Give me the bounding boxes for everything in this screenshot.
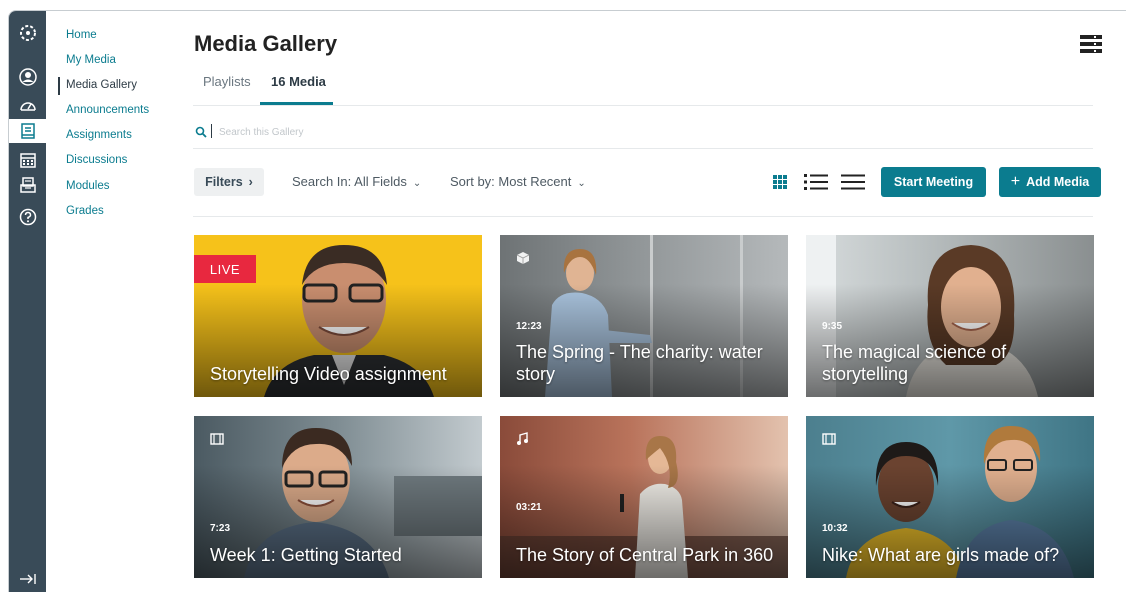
cube-icon xyxy=(516,252,530,264)
media-card[interactable]: 12:23 The Spring - The charity: water st… xyxy=(500,235,788,397)
search-in-dropdown[interactable]: Search In: All Fields ⌄ xyxy=(292,174,421,189)
logo-icon[interactable] xyxy=(9,21,46,45)
gallery-toolbar: Filters › Search In: All Fields ⌄ Sort by… xyxy=(193,167,1101,217)
detailed-list-view-icon[interactable] xyxy=(803,171,829,193)
search-icon xyxy=(195,126,207,138)
chevron-down-icon: ⌄ xyxy=(577,178,586,189)
plus-icon: + xyxy=(1010,173,1021,190)
card-title: The Story of Central Park in 360 xyxy=(516,545,774,565)
help-icon[interactable] xyxy=(9,205,46,229)
course-nav-announcements[interactable]: Announcements xyxy=(66,104,149,116)
duration-label: 7:23 xyxy=(210,523,231,534)
tab-playlists[interactable]: Playlists xyxy=(203,74,251,97)
film-icon xyxy=(210,433,224,445)
grid-view-icon[interactable] xyxy=(767,171,793,193)
course-nav-grades[interactable]: Grades xyxy=(66,205,104,217)
film-icon xyxy=(822,433,836,445)
card-title: Nike: What are girls made of? xyxy=(822,545,1060,565)
search-input[interactable] xyxy=(219,123,619,141)
compact-list-view-icon[interactable] xyxy=(840,171,866,193)
chevron-down-icon: ⌄ xyxy=(412,178,422,189)
calendar-icon[interactable] xyxy=(9,148,46,172)
page-title: Media Gallery xyxy=(194,31,338,56)
active-tab-underline xyxy=(260,102,333,105)
media-card[interactable]: 10:32 Nike: What are girls made of? xyxy=(806,416,1094,578)
main-content: Media Gallery Playlists 16 Media Filters… xyxy=(193,11,1102,592)
collapse-arrow-icon[interactable] xyxy=(9,569,46,589)
course-nav-modules[interactable]: Modules xyxy=(66,180,109,192)
gallery-tabs: Playlists 16 Media xyxy=(193,74,1093,106)
filters-button[interactable]: Filters › xyxy=(194,168,264,196)
live-badge: LIVE xyxy=(194,255,256,283)
course-nav: Home My Media Media Gallery Announcement… xyxy=(46,11,176,592)
duration-label: 9:35 xyxy=(822,321,843,332)
card-title: The Spring - The charity: water story xyxy=(516,342,763,384)
media-card[interactable]: 03:21 The Story of Central Park in 360 xyxy=(500,416,788,578)
courses-icon[interactable] xyxy=(9,119,46,143)
course-nav-assignments[interactable]: Assignments xyxy=(66,129,132,141)
filters-label: Filters xyxy=(205,175,243,189)
global-nav xyxy=(9,11,46,592)
media-card[interactable]: LIVE Storytelling Video assignment xyxy=(194,235,482,397)
sort-label: Sort by: Most Recent xyxy=(450,174,572,189)
inbox-icon[interactable] xyxy=(9,173,46,197)
sort-dropdown[interactable]: Sort by: Most Recent ⌄ xyxy=(450,174,586,189)
add-media-button[interactable]: + Add Media xyxy=(999,167,1101,197)
course-nav-discussions[interactable]: Discussions xyxy=(66,154,127,166)
tab-media[interactable]: 16 Media xyxy=(271,74,326,97)
duration-label: 03:21 xyxy=(516,502,542,513)
start-meeting-label: Start Meeting xyxy=(893,175,974,189)
account-icon[interactable] xyxy=(9,65,46,89)
active-indicator xyxy=(58,77,60,95)
app-window: Home My Media Media Gallery Announcement… xyxy=(8,10,1126,592)
card-title: Week 1: Getting Started xyxy=(210,545,402,565)
search-in-label: Search In: All Fields xyxy=(292,174,407,189)
music-icon xyxy=(517,432,528,445)
media-card[interactable]: 9:35 The magical science of storytelling xyxy=(806,235,1094,397)
media-card[interactable]: 7:23 Week 1: Getting Started xyxy=(194,416,482,578)
gallery-search xyxy=(193,121,1093,149)
course-nav-my-media[interactable]: My Media xyxy=(66,54,116,66)
duration-label: 12:23 xyxy=(516,321,542,332)
chevron-right-icon: › xyxy=(248,175,253,189)
add-media-label: Add Media xyxy=(1026,175,1090,189)
text-caret xyxy=(211,124,212,138)
dashboard-icon[interactable] xyxy=(9,94,46,118)
card-title: Storytelling Video assignment xyxy=(210,364,447,384)
course-nav-home[interactable]: Home xyxy=(66,29,97,41)
duration-label: 10:32 xyxy=(822,523,848,534)
course-nav-media-gallery[interactable]: Media Gallery xyxy=(66,79,137,91)
card-title: The magical science of storytelling xyxy=(822,342,1007,384)
list-menu-icon[interactable] xyxy=(1080,35,1102,53)
start-meeting-button[interactable]: Start Meeting xyxy=(881,167,986,197)
